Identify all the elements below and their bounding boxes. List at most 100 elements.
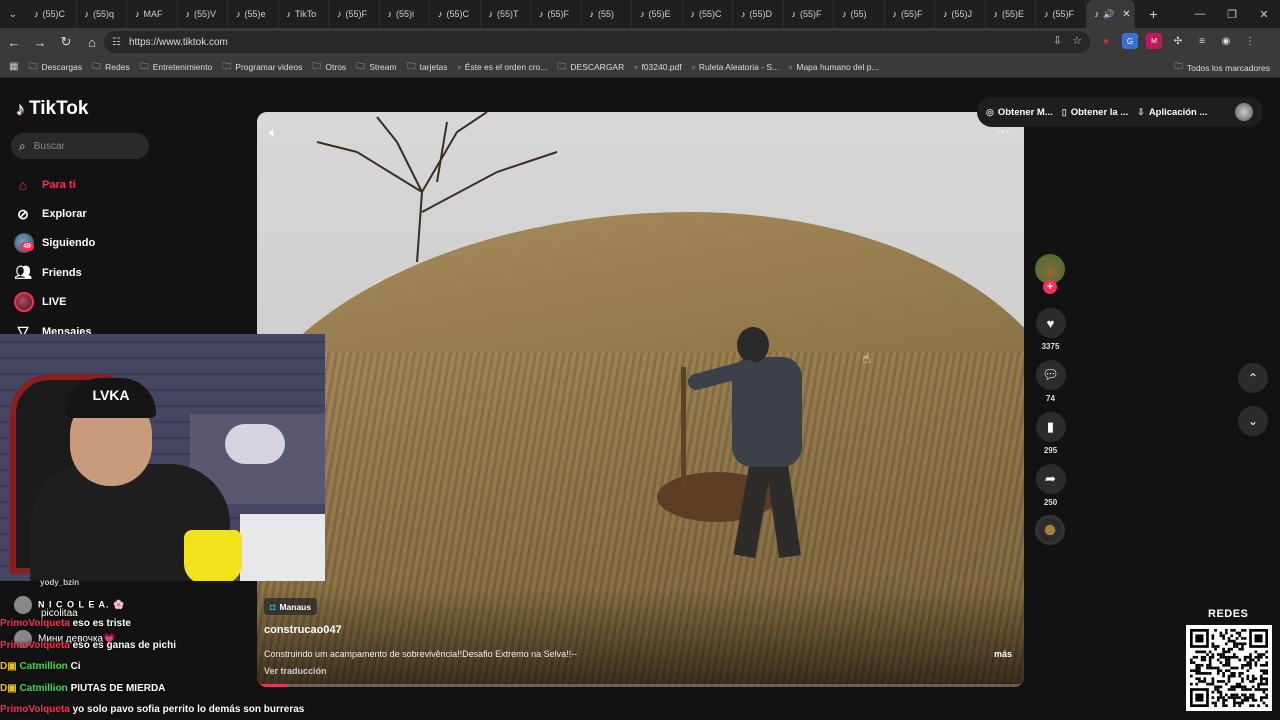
tab[interactable]: ♪ (55)F [329,0,380,28]
folder-icon: 🗀 [1174,61,1183,71]
address-bar[interactable]: ☷ https://www.tiktok.com ⇩ ☆ [104,31,1090,53]
stream-chat: yody_bzin N I C O L E A. 🌸 picolitaa Pri… [0,578,330,720]
next-video-button[interactable]: ⌄ [1238,406,1268,436]
tab[interactable]: ♪ (55)E [986,0,1036,28]
more-text-button[interactable]: más [994,649,1012,659]
bookmark-item[interactable]: 🗀 DESCARGAR [557,59,624,75]
tiktok-favicon-icon: ♪ [1044,9,1049,19]
tab-label: (55)D [749,9,773,19]
extensions-bar: ● G M ✣ ≡ ◉ ⋮ [1098,33,1258,49]
desktop-app-label: Aplicación ... [1148,106,1208,118]
all-bookmarks-folder[interactable]: 🗀 Todos los marcadores [1174,61,1270,75]
folder-icon: 🗀 [406,60,416,71]
tab[interactable]: ♪ (55) [582,0,632,28]
bookmark-item[interactable]: 🗀 Descargas [28,59,82,75]
video-progress-bar[interactable] [257,684,1024,687]
search-input[interactable]: ⌕ Buscar [11,133,149,159]
close-tab-icon[interactable]: ✕ [1122,9,1130,20]
profile-avatar[interactable] [1235,103,1253,121]
tab[interactable]: ♪ (55)T [481,0,531,28]
nav-item-explorar[interactable]: ⊘ Explorar [14,199,95,228]
save-action[interactable]: ▮ 295 [1033,412,1068,455]
home-icon[interactable]: ⌂ [80,30,104,54]
bookmark-item[interactable]: 🗀 Programar videos [222,59,302,75]
bookmark-item[interactable]: 🗀 Stream [356,59,396,75]
new-tab-button[interactable]: + [1141,6,1167,22]
get-coins-button[interactable]: ◎ Obtener M... [977,107,1053,118]
tab[interactable]: ♪ (55)E [632,0,683,28]
bookmark-item[interactable]: ▫ Ruleta Aleatoria - S... [692,59,780,75]
media-controls-icon[interactable]: ≡ [1194,33,1210,49]
bookmark-item[interactable]: ▫ Mapa humano del p... [789,59,878,75]
tab[interactable]: ♪ TikTo [279,0,329,28]
extensions-puzzle-icon[interactable]: ✣ [1170,33,1186,49]
tab[interactable]: ♪ (55)C [26,0,77,28]
profile-icon[interactable]: ◉ [1218,33,1234,49]
tab[interactable]: ♪ (55)V [178,0,228,28]
back-icon[interactable]: ← [2,30,26,54]
chat-text: yo solo pavo sofia perrito lo demás son … [72,704,305,715]
menu-kebab-icon[interactable]: ⋮ [1242,33,1258,49]
share-action[interactable]: ➦ 250 [1033,464,1068,507]
tab[interactable]: ♪ (55)q [77,0,127,28]
bookmark-item[interactable]: ▫ f03240.pdf [634,59,681,75]
bookmark-item[interactable]: 🗀 tarjetas [407,59,448,75]
qr-code-image [1186,625,1272,711]
nav-item-live[interactable]: LIVE [14,288,95,317]
tab-active-tiktok[interactable]: ♪ 🔊 ✕ [1086,0,1135,28]
like-action[interactable]: ♥ 3375 [1033,308,1068,351]
install-app-icon[interactable]: ⇩ [1053,34,1062,47]
streamer-webcam: LVKA [0,334,325,581]
tab[interactable]: ♪ (55)F [531,0,582,28]
tab[interactable]: ♪ (55) [834,0,885,28]
restore-icon[interactable]: ❐ [1216,0,1248,28]
tab[interactable]: ♪ (55)D [733,0,784,28]
volume-icon[interactable]: 🔈︎ [269,124,277,141]
tiktok-favicon-icon: ♪ [690,9,696,19]
bookmark-item[interactable]: 🗀 Redes [92,59,130,75]
tab[interactable]: ♪ (55)C [683,0,733,28]
chat-line: PrimoVolqueta eso es ganas de pichi [0,640,176,651]
tab[interactable]: ♪ (55)F [1036,0,1087,28]
tiktok-note-icon: ♪ [16,98,25,119]
tab[interactable]: ♪ (55)C [430,0,481,28]
site-info-icon[interactable]: ☷ [112,37,121,48]
reload-icon[interactable]: ↻ [54,30,78,54]
chat-user: PrimoVolqueta [0,640,70,651]
extension-red-icon[interactable]: ● [1098,33,1114,49]
tab-label: (55)E [648,9,671,19]
follow-plus-icon[interactable]: + [1043,280,1057,294]
extension-magenta-icon[interactable]: M [1146,33,1162,49]
nav-item-para-ti[interactable]: ⌂ Para ti [14,170,95,199]
tab[interactable]: ♪ (55)F [784,0,834,28]
tab-label: TikTo [295,9,317,19]
tab-label: (55)C [42,9,66,19]
forward-icon[interactable]: → [28,30,52,54]
bookmark-item[interactable]: 🗀 Entretenimiento [140,59,213,75]
minimize-icon[interactable]: — [1184,0,1216,28]
tab[interactable]: ♪ MAF [127,0,178,28]
get-app-button[interactable]: ▯ Obtener la ... [1053,107,1129,118]
tiktok-favicon-icon: ♪ [488,9,494,19]
bookmark-star-icon[interactable]: ☆ [1072,34,1082,47]
bookmark-label: tarjetas [419,61,448,72]
translate-extension-icon[interactable]: G [1122,33,1138,49]
tab[interactable]: ♪ (55)i [380,0,430,28]
music-disc[interactable] [1035,515,1065,545]
tab[interactable]: ♪ (55)J [935,0,986,28]
bookmark-item[interactable]: 🗀 Otros [312,59,346,75]
bookmark-label: DESCARGAR [570,61,625,72]
video-player[interactable]: 🔈︎ ··· ◘ Manaus construcao047 Construind… [257,112,1024,687]
get-app-label: Obtener la ... [1070,106,1129,118]
tab-search-icon[interactable]: ⌄ [0,0,26,28]
bookmark-item[interactable]: ▫ Éste es el orden cro... [457,59,547,75]
apps-grid-icon[interactable]: ▦ [9,61,18,72]
previous-video-button[interactable]: ⌃ [1238,363,1268,393]
desktop-app-button[interactable]: ⇩ Aplicación ... [1128,107,1207,118]
tab[interactable]: ♪ (55)e [228,0,279,28]
close-window-icon[interactable]: ✕ [1248,0,1280,28]
tiktok-logo[interactable]: ♪ TikTok [16,98,88,120]
nav-item-friends[interactable]: 👥︎ Friends [14,258,95,287]
comment-action[interactable]: 💬︎ 74 [1033,360,1068,403]
tab[interactable]: ♪ (55)F [885,0,935,28]
